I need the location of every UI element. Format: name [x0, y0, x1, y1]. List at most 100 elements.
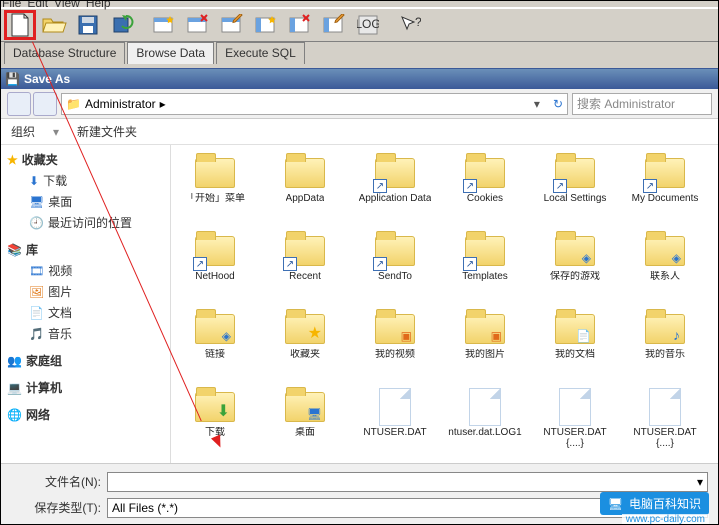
file-item[interactable]: ▣我的视频	[355, 309, 435, 383]
log-icon: LOG	[357, 14, 379, 36]
delete-table-button[interactable]	[182, 10, 214, 40]
sidebar-group-computer[interactable]: 💻计算机	[1, 377, 170, 398]
file-item[interactable]: NTUSER.DAT	[355, 387, 435, 461]
folder-open-icon	[41, 14, 67, 36]
file-item[interactable]: ◈保存的游戏	[535, 231, 615, 305]
menu-help[interactable]: Help	[86, 0, 111, 7]
organize-button[interactable]: 组织	[11, 123, 35, 140]
menu-view[interactable]: View	[54, 0, 80, 7]
save-button[interactable]	[72, 10, 104, 40]
file-item[interactable]: ↗Cookies	[445, 153, 525, 227]
recent-icon: 🕘	[29, 216, 44, 230]
help-pointer-button[interactable]: ?	[394, 10, 426, 40]
app-tabs: Database Structure Browse Data Execute S…	[0, 42, 719, 64]
file-item[interactable]: 🖥桌面	[265, 387, 345, 461]
file-item[interactable]: ⬇下载	[175, 387, 255, 461]
menu-edit[interactable]: Edit	[27, 0, 48, 7]
revert-icon	[110, 14, 134, 36]
forward-button[interactable]	[33, 92, 57, 116]
table-star-icon	[152, 14, 176, 36]
create-table-button[interactable]	[148, 10, 180, 40]
file-label: NTUSER.DAT{....}	[535, 427, 615, 449]
sidebar-group-network[interactable]: 🌐网络	[1, 404, 170, 425]
tab-database-structure[interactable]: Database Structure	[4, 42, 125, 64]
file-item[interactable]: ↗My Documents	[625, 153, 705, 227]
svg-text:?: ?	[415, 15, 421, 29]
file-item[interactable]: ◈链接	[175, 309, 255, 383]
menu-file[interactable]: File	[2, 0, 21, 7]
folder-icon	[283, 153, 327, 193]
folder-icon: ★	[283, 309, 327, 349]
sidebar-item-desktop[interactable]: 🖥桌面	[1, 191, 170, 212]
create-index-button[interactable]	[250, 10, 282, 40]
revert-button[interactable]	[106, 10, 138, 40]
tab-execute-sql[interactable]: Execute SQL	[216, 42, 305, 64]
refresh-button[interactable]: ↻	[553, 97, 563, 111]
location-bar: 📁 Administrator ▸ ▾ ↻ 搜索 Administrator	[1, 89, 718, 119]
table-pencil-icon	[220, 14, 244, 36]
file-item[interactable]: NTUSER.DAT{....}	[625, 387, 705, 461]
edit-table-button[interactable]	[216, 10, 248, 40]
sidebar-group-libraries[interactable]: 📚库	[1, 239, 170, 260]
sidebar-item-documents[interactable]: 📄文档	[1, 302, 170, 323]
sidebar-item-recent[interactable]: 🕘最近访问的位置	[1, 212, 170, 233]
sidebar-group-favorites[interactable]: ★收藏夹	[1, 149, 170, 170]
delete-index-button[interactable]	[284, 10, 316, 40]
filename-input[interactable]: ▾	[107, 472, 708, 492]
file-label: Local Settings	[544, 193, 607, 204]
dialog-title: Save As	[24, 72, 70, 86]
file-item[interactable]: ↗Recent	[265, 231, 345, 305]
folder-icon: 🖥	[283, 387, 327, 427]
sidebar-item-music[interactable]: 🎵音乐	[1, 323, 170, 344]
file-item[interactable]: NTUSER.DAT{....}	[535, 387, 615, 461]
new-file-button[interactable]	[4, 10, 36, 40]
app-toolbar: LOG ?	[0, 8, 719, 42]
file-label: 我的图片	[465, 349, 505, 360]
file-item[interactable]: ↗Templates	[445, 231, 525, 305]
folder-icon: ◈	[643, 231, 687, 271]
file-item[interactable]: 「开始」菜单	[175, 153, 255, 227]
file-item[interactable]: AppData	[265, 153, 345, 227]
sidebar-group-homegroup[interactable]: 👥家庭组	[1, 350, 170, 371]
file-item[interactable]: 📄我的文档	[535, 309, 615, 383]
file-item[interactable]: ▣我的图片	[445, 309, 525, 383]
new-folder-button[interactable]: 新建文件夹	[77, 123, 137, 140]
index-x-icon	[288, 14, 312, 36]
search-input[interactable]: 搜索 Administrator	[572, 93, 712, 115]
picture-icon: 🖼	[29, 285, 44, 299]
watermark-badge: 🖥 电脑百科知识	[600, 492, 709, 515]
file-list-area[interactable]: 「开始」菜单AppData↗Application Data↗Cookies↗L…	[171, 145, 718, 463]
music-icon: 🎵	[29, 327, 44, 341]
chevron-down-icon[interactable]: ▾	[529, 97, 545, 111]
arrow-help-icon: ?	[399, 14, 421, 36]
folder-icon: ↗	[553, 153, 597, 193]
file-item[interactable]: ntuser.dat.LOG1	[445, 387, 525, 461]
download-icon: ⬇	[29, 174, 39, 188]
file-label: 保存的游戏	[550, 271, 600, 282]
tab-browse-data[interactable]: Browse Data	[127, 42, 214, 64]
file-item[interactable]: ↗Application Data	[355, 153, 435, 227]
file-item[interactable]: ↗SendTo	[355, 231, 435, 305]
open-file-button[interactable]	[38, 10, 70, 40]
log-button[interactable]: LOG	[352, 10, 384, 40]
chevron-down-icon[interactable]: ▾	[697, 475, 703, 489]
dialog-titlebar[interactable]: 💾 Save As	[1, 69, 718, 89]
library-icon: 📚	[7, 243, 22, 257]
sidebar-item-downloads[interactable]: ⬇下载	[1, 170, 170, 191]
breadcrumb-segment[interactable]: Administrator	[85, 97, 156, 111]
watermark-text: 电脑百科知识	[629, 495, 701, 512]
file-item[interactable]: ♪我的音乐	[625, 309, 705, 383]
chevron-right-icon[interactable]: ▸	[160, 97, 166, 111]
file-label: 桌面	[295, 427, 315, 438]
back-button[interactable]	[7, 92, 31, 116]
breadcrumb-path[interactable]: 📁 Administrator ▸ ▾ ↻	[61, 93, 568, 115]
edit-index-button[interactable]	[318, 10, 350, 40]
app-menubar[interactable]: File Edit View Help	[0, 0, 719, 8]
sidebar-item-pictures[interactable]: 🖼图片	[1, 281, 170, 302]
file-item[interactable]: ◈联系人	[625, 231, 705, 305]
file-item[interactable]: ↗NetHood	[175, 231, 255, 305]
folder-icon	[193, 153, 237, 193]
sidebar-item-videos[interactable]: 🎞视频	[1, 260, 170, 281]
file-item[interactable]: ★收藏夹	[265, 309, 345, 383]
file-item[interactable]: ↗Local Settings	[535, 153, 615, 227]
